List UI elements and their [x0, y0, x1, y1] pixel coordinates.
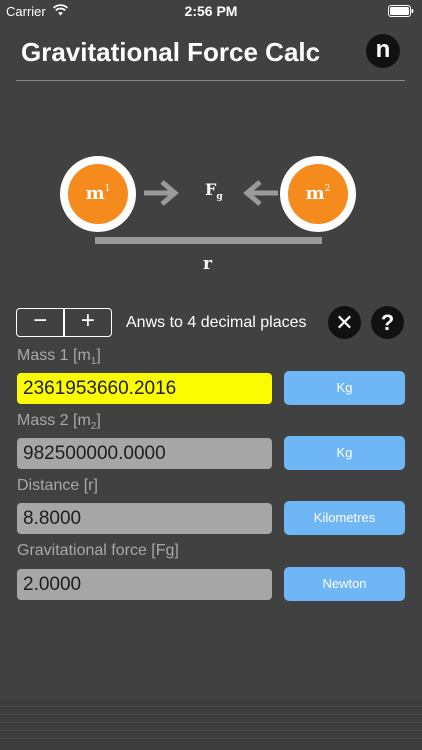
mass2-index: 2 [324, 184, 331, 194]
mass2-circle: m2 [280, 156, 356, 232]
distance-symbol: r [203, 254, 212, 274]
arrow-left-icon [243, 180, 278, 206]
mass2-input[interactable]: 982500000.0000 [17, 438, 272, 469]
distance-label: Distance [r] [17, 477, 98, 494]
mass1-symbol: m [85, 183, 105, 204]
title-divider [16, 80, 405, 81]
force-symbol: Fg [205, 180, 223, 203]
decimal-stepper[interactable]: − + [16, 308, 112, 337]
distance-input[interactable]: 8.8000 [17, 503, 272, 534]
mass1-index: 1 [104, 184, 111, 194]
bottom-toolbar [0, 700, 422, 750]
mass1-input[interactable]: 2361953660.2016 [17, 373, 272, 404]
decrease-decimals-button[interactable]: − [17, 309, 63, 336]
status-time: 2:56 PM [184, 3, 238, 19]
distance-unit-button[interactable]: Kilometres [284, 501, 405, 535]
mass1-label: Mass 1 [m1] [17, 347, 101, 368]
mass2-symbol: m [305, 183, 325, 204]
help-button[interactable]: ? [371, 306, 404, 339]
increase-decimals-button[interactable]: + [65, 309, 111, 336]
mass2-unit-button[interactable]: Kg [284, 436, 405, 470]
force-unit-button[interactable]: Newton [284, 567, 405, 601]
status-bar: Carrier 2:56 PM [0, 0, 422, 22]
force-diagram: m1 Fg m2 r [0, 150, 422, 280]
battery-icon [388, 5, 414, 17]
info-n-button[interactable]: n [366, 34, 400, 68]
mass1-circle: m1 [60, 156, 136, 232]
page-title: Gravitational Force Calc [21, 37, 321, 67]
force-label: Gravitational force [Fg] [17, 542, 179, 559]
force-input[interactable]: 2.0000 [17, 569, 272, 600]
mass1-unit-button[interactable]: Kg [284, 371, 405, 405]
distance-bar [95, 237, 322, 244]
decimal-places-label: Anws to 4 decimal places [126, 314, 307, 331]
mass2-label: Mass 2 [m2] [17, 412, 101, 433]
arrow-right-icon [144, 180, 179, 206]
clear-button[interactable]: ✕ [328, 306, 361, 339]
